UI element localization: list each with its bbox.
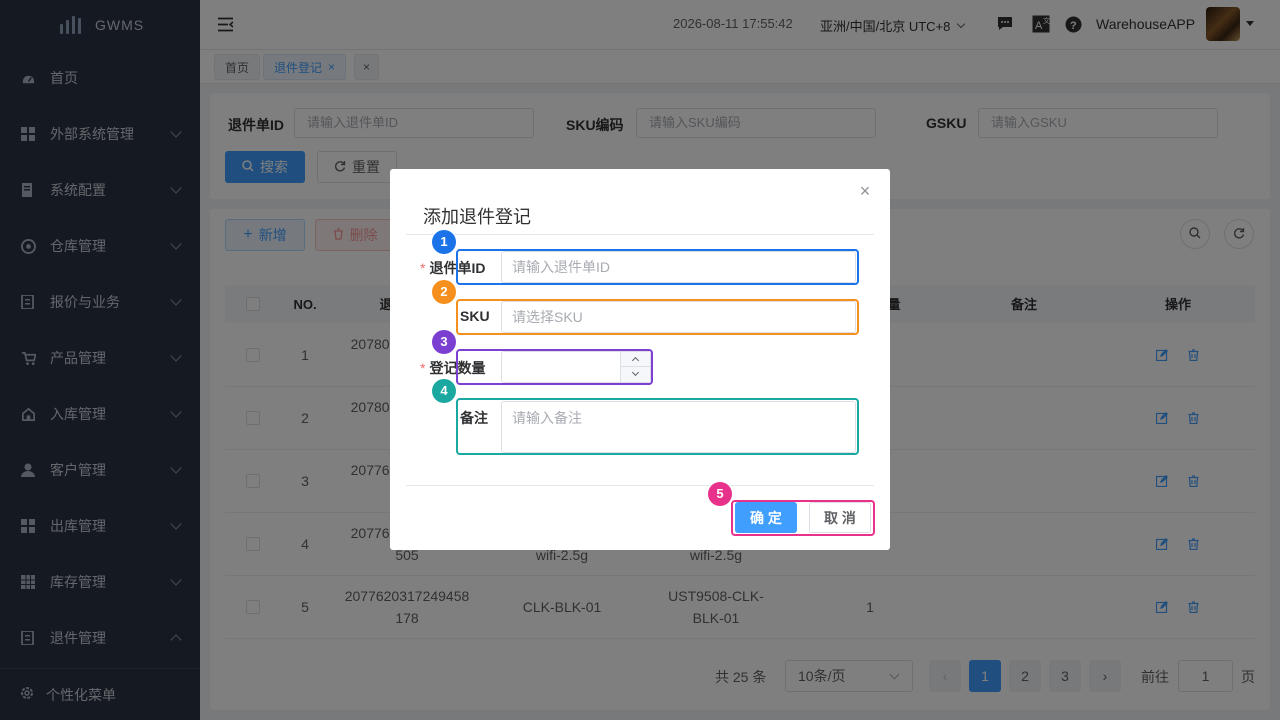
dialog-title: 添加退件登记 [423,207,531,227]
step-badge-3: 3 [432,330,456,354]
highlight-box-3 [456,349,653,385]
step-badge-1: 1 [432,230,456,254]
add-return-dialog: 添加退件登记 × * 退件单ID 请输入退件单ID 1 SKU 请选择SKU 2 … [390,169,890,550]
step-badge-5: 5 [708,482,732,506]
required-mark: * [420,360,426,376]
highlight-box-1 [456,249,859,285]
close-icon[interactable]: × [857,182,873,200]
highlight-box-5 [731,500,875,536]
step-badge-4: 4 [432,379,456,403]
highlight-box-4 [456,398,859,455]
step-badge-2: 2 [432,280,456,304]
required-mark: * [420,260,426,276]
highlight-box-2 [456,299,859,335]
